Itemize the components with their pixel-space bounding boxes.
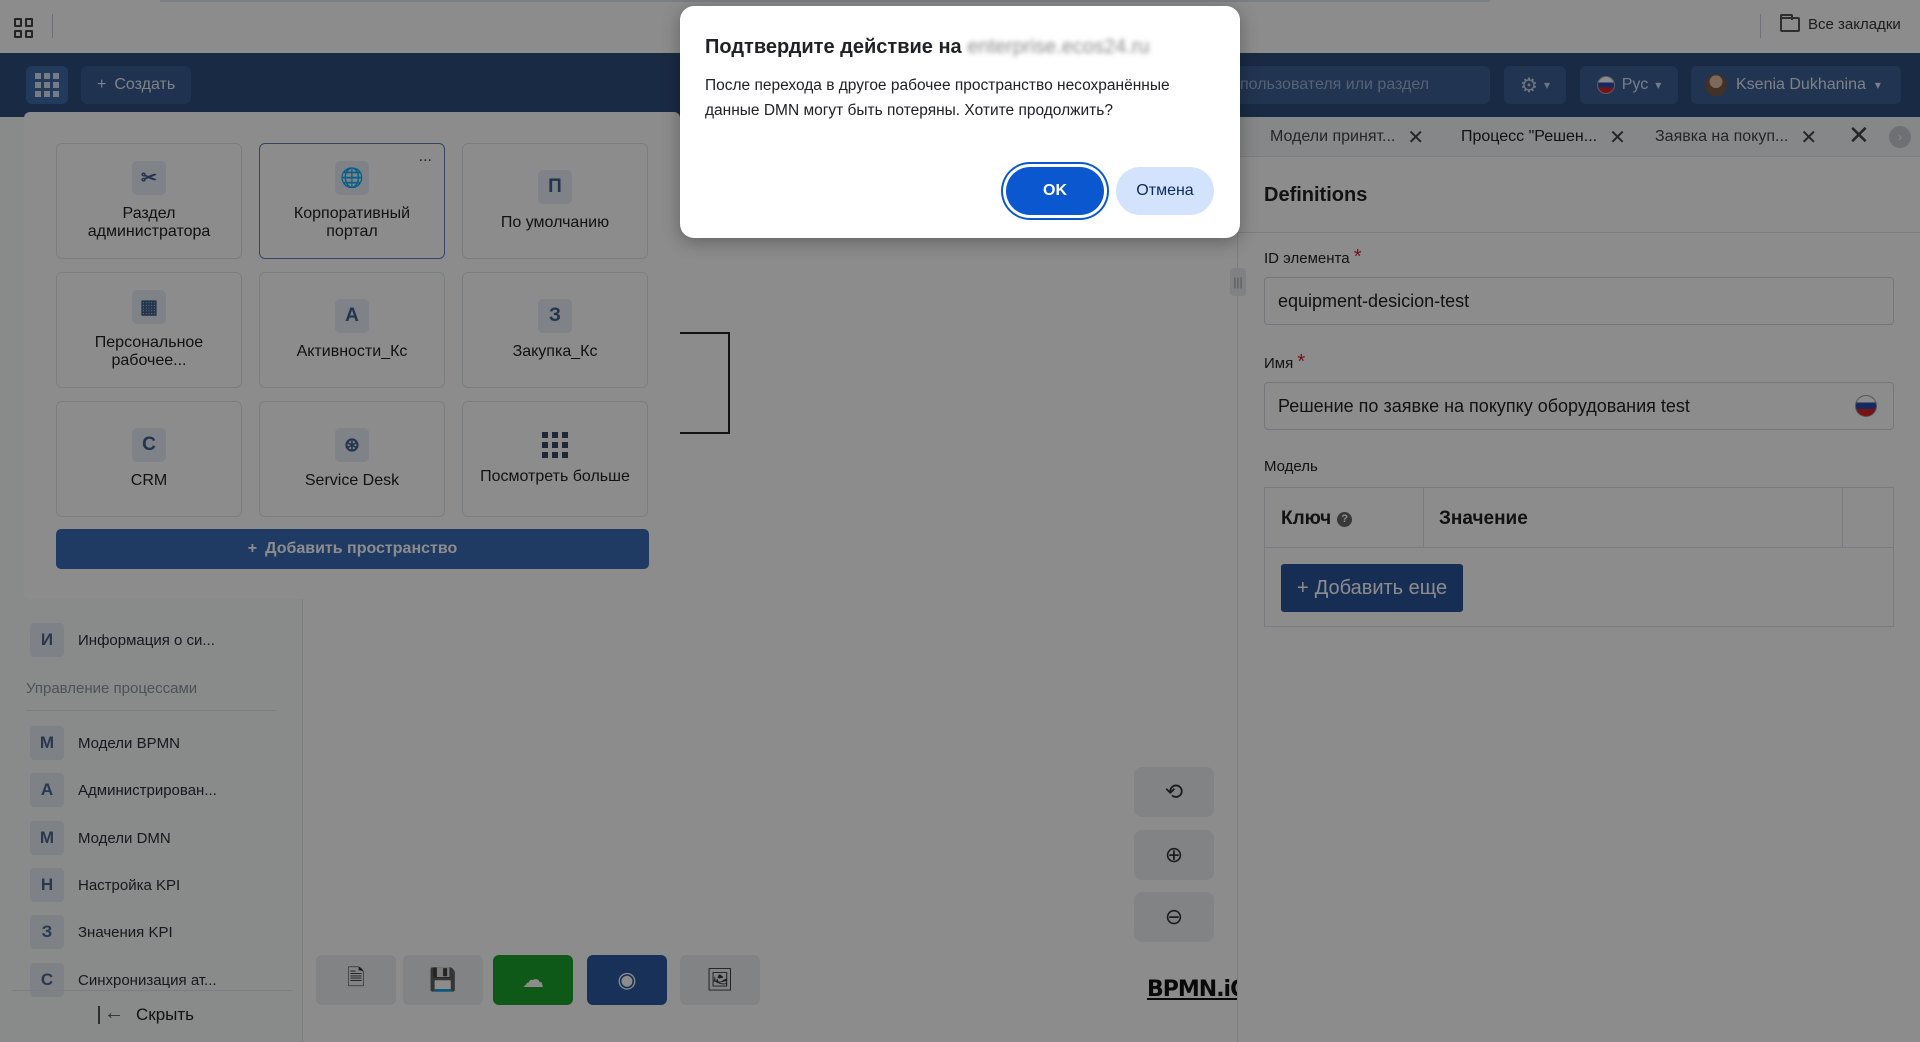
ok-button[interactable]: OK: [1006, 167, 1104, 215]
confirm-dialog: Подтвердите действие на enterprise.ecos2…: [680, 6, 1240, 238]
dialog-message: После перехода в другое рабочее простран…: [705, 77, 1170, 119]
dialog-title: Подтвердите действие на enterprise.ecos2…: [705, 36, 1150, 59]
cancel-button[interactable]: Отмена: [1116, 167, 1214, 215]
dialog-domain: enterprise.ecos24.ru: [967, 36, 1150, 58]
dialog-title-prefix: Подтвердите действие на: [705, 36, 962, 58]
